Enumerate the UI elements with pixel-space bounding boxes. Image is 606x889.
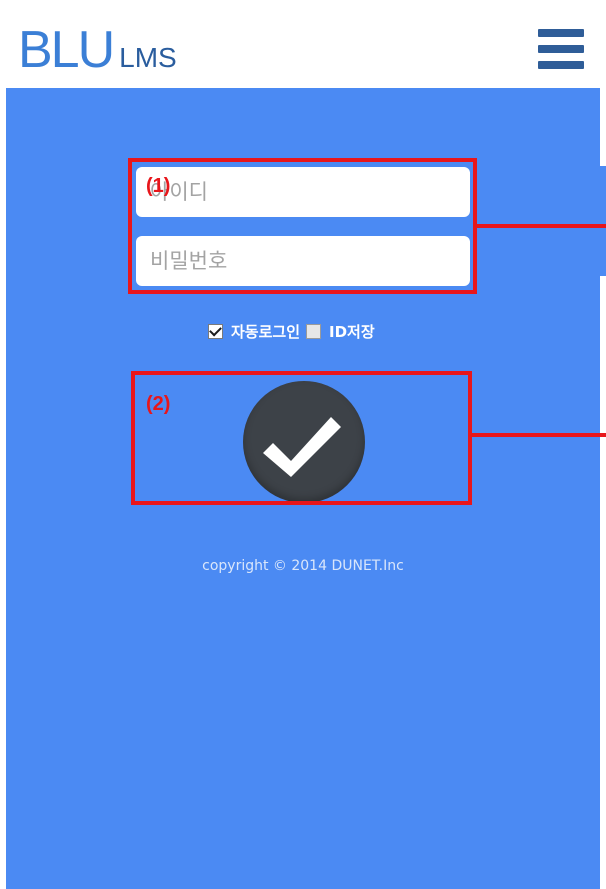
logo-sub-text: LMS xyxy=(119,42,177,73)
annotation-label-1: (1) xyxy=(146,175,171,197)
blu-lms-logo[interactable]: BLU LMS xyxy=(18,24,177,84)
header-bar: BLU LMS xyxy=(6,6,598,88)
hamburger-menu-icon[interactable] xyxy=(538,29,584,69)
annotation-box-2 xyxy=(131,371,472,505)
copyright-text: copyright © 2014 DUNET.Inc xyxy=(202,558,404,574)
annotation-line-1 xyxy=(475,224,606,228)
save-id-checkbox[interactable] xyxy=(306,323,322,339)
right-edge-tick xyxy=(600,166,606,276)
annotation-box-1 xyxy=(128,158,477,294)
save-id-label[interactable]: ID저장 xyxy=(329,321,375,342)
menu-bar-top xyxy=(538,29,584,37)
right-edge xyxy=(600,88,606,889)
app-frame: BLU LMS 자동로그인 ID저장 copyright © 2014 DUNE… xyxy=(0,0,606,889)
annotation-label-2: (2) xyxy=(146,393,171,415)
auto-login-label[interactable]: 자동로그인 xyxy=(231,321,300,342)
menu-bar-bottom xyxy=(538,61,584,69)
login-options: 자동로그인 ID저장 xyxy=(208,320,381,342)
annotation-line-2 xyxy=(470,433,606,437)
logo-main-text: BLU xyxy=(18,21,115,79)
menu-bar-middle xyxy=(538,45,584,53)
auto-login-checkbox[interactable] xyxy=(208,323,223,339)
